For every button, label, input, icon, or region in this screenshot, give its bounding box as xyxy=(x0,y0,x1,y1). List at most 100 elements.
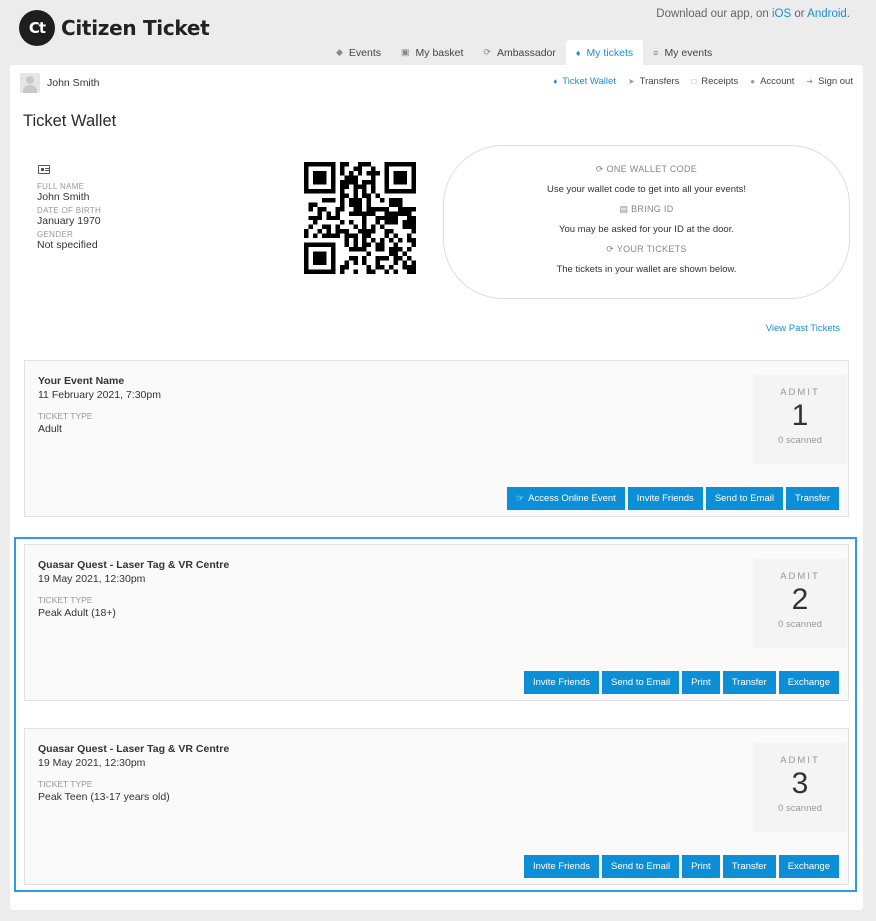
id-card-icon xyxy=(38,165,50,174)
nav-my-events-label: My events xyxy=(664,46,713,59)
ticket-event-name: Your Event Name xyxy=(38,375,125,387)
scanned-count: 0 scanned xyxy=(778,435,822,446)
ticket-event-date: 19 May 2021, 12:30pm xyxy=(38,573,146,585)
invite-friends-button[interactable]: Invite Friends xyxy=(523,671,599,694)
send-to-email-button[interactable]: Send to Email xyxy=(602,671,680,694)
nav-my-events[interactable]: ≡ My events xyxy=(643,40,722,65)
ticket-card: Quasar Quest - Laser Tag & VR Centre 19 … xyxy=(24,728,849,885)
your-tickets-text: The tickets in your wallet are shown bel… xyxy=(556,264,737,275)
app-download-or: or xyxy=(791,8,808,20)
tag-icon: ◆ xyxy=(336,47,343,57)
nav-events-label: Events xyxy=(348,46,382,59)
dob-label: DATE OF BIRTH xyxy=(37,206,102,215)
app-download-line: Download our app, on iOS or Android. xyxy=(656,8,850,20)
subnav-transfers-label: Transfers xyxy=(639,76,680,87)
subnav-sign-out-label: Sign out xyxy=(818,76,853,87)
ticket-type-value: Peak Teen (13-17 years old) xyxy=(38,791,170,803)
ticket-type-value: Adult xyxy=(38,423,62,435)
admit-number: 1 xyxy=(791,399,809,432)
transfer-button[interactable]: Transfer xyxy=(785,487,839,510)
full-name-value: John Smith xyxy=(37,191,90,203)
bring-id-text: You may be asked for your ID at the door… xyxy=(559,224,734,235)
your-tickets-heading-text: YOUR TICKETS xyxy=(616,244,687,254)
admit-box: ADMIT 1 0 scanned xyxy=(753,375,847,464)
bring-id-heading-text: BRING ID xyxy=(631,204,674,214)
scanned-count: 0 scanned xyxy=(778,619,822,630)
wallet-code-heading: ⟳ ONE WALLET CODE xyxy=(595,164,698,174)
subnav-receipts[interactable]: □ Receipts xyxy=(691,76,738,87)
admit-label: ADMIT xyxy=(780,571,820,582)
subnav-receipts-label: Receipts xyxy=(701,76,739,87)
wallet-info-panel: ⟳ ONE WALLET CODE Use your wallet code t… xyxy=(443,145,850,299)
admit-label: ADMIT xyxy=(780,387,820,398)
ios-link[interactable]: iOS xyxy=(772,8,791,20)
ticket-icon: ♦ xyxy=(553,77,558,86)
ticket-actions: ☞ Access Online Event Invite Friends Send… xyxy=(504,487,839,510)
logo-text: Citizen Ticket xyxy=(61,16,210,40)
citizen-ticket-logo[interactable]: Ct Citizen Ticket xyxy=(19,10,210,46)
access-online-event-label: Access Online Event xyxy=(528,493,616,504)
admit-box: ADMIT 3 0 scanned xyxy=(753,743,847,832)
exchange-button[interactable]: Exchange xyxy=(778,671,839,694)
refresh-icon: ⟳ xyxy=(483,47,491,57)
ticket-event-date: 11 February 2021, 7:30pm xyxy=(38,389,161,401)
subnav-ticket-wallet-label: Ticket Wallet xyxy=(562,76,616,87)
dob-value: January 1970 xyxy=(37,215,101,227)
transfer-button[interactable]: Transfer xyxy=(722,671,776,694)
main-card: John Smith ♦ Ticket Wallet ➤ Transfers □… xyxy=(10,65,863,910)
nav-ambassador[interactable]: ⟳ Ambassador xyxy=(473,40,566,65)
ticket-event-name: Quasar Quest - Laser Tag & VR Centre xyxy=(38,559,230,571)
bring-id-heading: ▤ BRING ID xyxy=(619,204,674,214)
ticket-card: Quasar Quest - Laser Tag & VR Centre 19 … xyxy=(24,544,849,701)
gender-label: GENDER xyxy=(37,230,74,239)
logo-mark: Ct xyxy=(19,10,55,46)
transfer-button[interactable]: Transfer xyxy=(722,855,776,878)
profile-details: FULL NAME John Smith DATE OF BIRTH Janua… xyxy=(37,182,101,254)
ticket-actions: Invite Friends Send to Email Print Trans… xyxy=(521,855,839,878)
gender-value: Not specified xyxy=(37,239,98,251)
nav-my-tickets[interactable]: ♦ My tickets xyxy=(565,40,644,65)
android-link[interactable]: Android xyxy=(807,8,847,20)
ticket-event-date: 19 May 2021, 12:30pm xyxy=(38,757,146,769)
sliders-icon: ≡ xyxy=(653,47,659,58)
ticket-actions: Invite Friends Send to Email Print Trans… xyxy=(521,671,839,694)
signout-icon: ➜ xyxy=(806,77,814,86)
wallet-code-text: Use your wallet code to get into all you… xyxy=(546,184,747,195)
send-icon: ➤ xyxy=(627,77,635,86)
view-past-tickets-link[interactable]: View Past Tickets xyxy=(766,323,840,334)
nav-my-basket[interactable]: ▣ My basket xyxy=(391,40,473,65)
send-to-email-button[interactable]: Send to Email xyxy=(602,855,680,878)
ticket-type-label: TICKET TYPE xyxy=(38,595,93,605)
hand-pointer-icon: ☞ xyxy=(516,493,525,503)
subnav-ticket-wallet[interactable]: ♦ Ticket Wallet xyxy=(553,76,616,87)
invite-friends-button[interactable]: Invite Friends xyxy=(523,855,599,878)
send-to-email-button[interactable]: Send to Email xyxy=(705,487,783,510)
ticket-card: Your Event Name 11 February 2021, 7:30pm… xyxy=(24,360,849,517)
print-button[interactable]: Print xyxy=(682,671,720,694)
admit-box: ADMIT 2 0 scanned xyxy=(753,559,847,648)
wallet-code-heading-text: ONE WALLET CODE xyxy=(606,164,698,174)
subnav-account-label: Account xyxy=(760,76,795,87)
admit-number: 3 xyxy=(791,767,809,800)
ticket-type-value: Peak Adult (18+) xyxy=(38,607,116,619)
page-title: Ticket Wallet xyxy=(23,112,117,130)
access-online-event-button[interactable]: ☞ Access Online Event xyxy=(507,487,625,510)
full-name-label: FULL NAME xyxy=(37,182,85,191)
invite-friends-button[interactable]: Invite Friends xyxy=(627,487,703,510)
exchange-button[interactable]: Exchange xyxy=(778,855,839,878)
subnav-account[interactable]: ● Account xyxy=(750,76,794,87)
nav-events[interactable]: ◆ Events xyxy=(326,40,391,65)
account-subnav: ♦ Ticket Wallet ➤ Transfers □ Receipts ●… xyxy=(541,76,853,87)
subnav-transfers[interactable]: ➤ Transfers xyxy=(628,76,679,87)
nav-my-basket-label: My basket xyxy=(415,46,464,59)
scanned-count: 0 scanned xyxy=(778,803,822,814)
avatar xyxy=(20,73,40,93)
app-download-suffix: . xyxy=(846,8,850,20)
print-button[interactable]: Print xyxy=(682,855,720,878)
admit-number: 2 xyxy=(791,583,809,616)
user-bar: John Smith xyxy=(20,73,100,93)
ticket-type-label: TICKET TYPE xyxy=(38,779,93,789)
nav-my-tickets-label: My tickets xyxy=(586,46,634,59)
subnav-sign-out[interactable]: ➜ Sign out xyxy=(806,76,853,87)
ticket-event-name: Quasar Quest - Laser Tag & VR Centre xyxy=(38,743,230,755)
